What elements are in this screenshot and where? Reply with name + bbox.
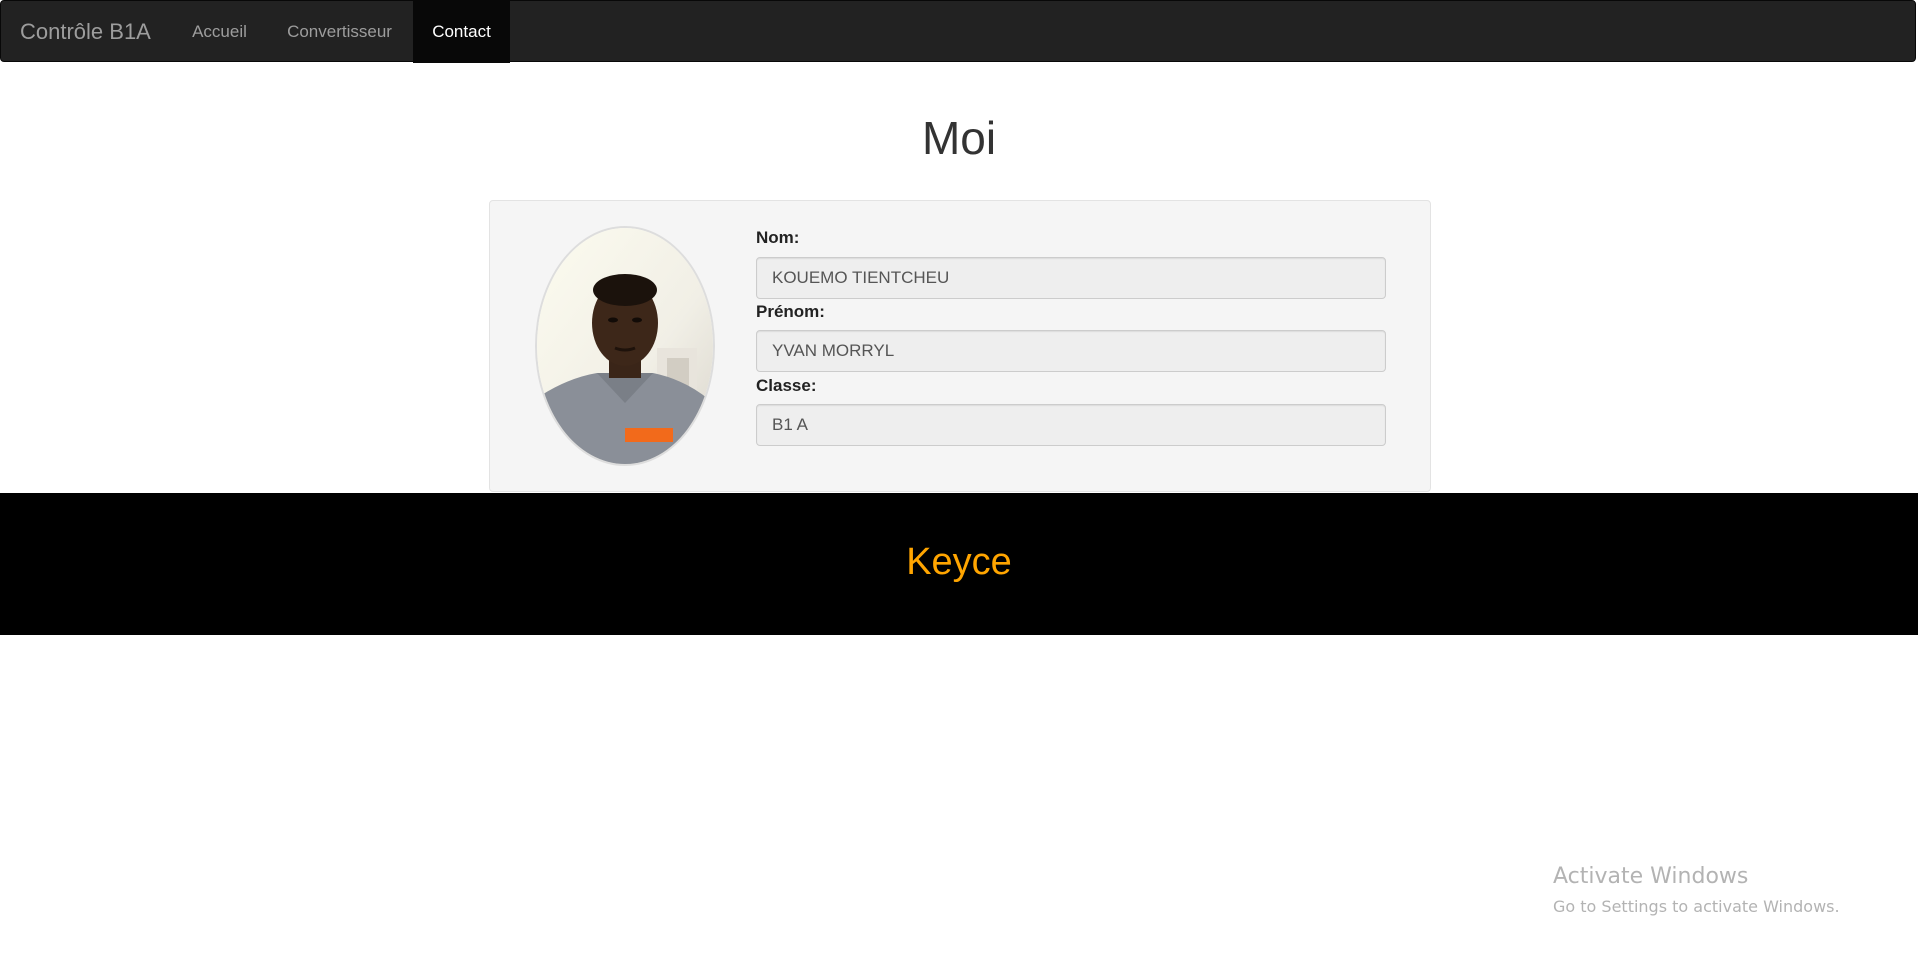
nom-field[interactable]: KOUEMO TIENTCHEU — [756, 257, 1386, 299]
nav-item-convertisseur[interactable]: Convertisseur — [267, 1, 412, 63]
top-navbar: Contrôle B1A Accueil Convertisseur Conta… — [0, 0, 1916, 63]
activate-windows-subtitle: Go to Settings to activate Windows. — [1553, 897, 1840, 916]
prenom-label: Prénom: — [756, 302, 825, 321]
nav-item-accueil[interactable]: Accueil — [173, 1, 266, 63]
user-photo-icon — [537, 228, 713, 464]
footer-title: Keyce — [906, 541, 1012, 583]
profile-card: Nom: KOUEMO TIENTCHEU Prénom: YVAN MORRY… — [489, 200, 1431, 492]
page-title: Moi — [921, 112, 997, 164]
navbar-brand[interactable]: Contrôle B1A — [20, 1, 151, 63]
nom-label: Nom: — [756, 228, 800, 247]
prenom-field[interactable]: YVAN MORRYL — [756, 330, 1386, 372]
activate-windows-title: Activate Windows — [1553, 864, 1749, 889]
footer: Keyce — [0, 493, 1918, 635]
classe-field[interactable]: B1 A — [756, 404, 1386, 446]
nav-item-contact[interactable]: Contact — [413, 1, 510, 63]
classe-label: Classe: — [756, 376, 817, 395]
profile-photo — [535, 226, 715, 466]
